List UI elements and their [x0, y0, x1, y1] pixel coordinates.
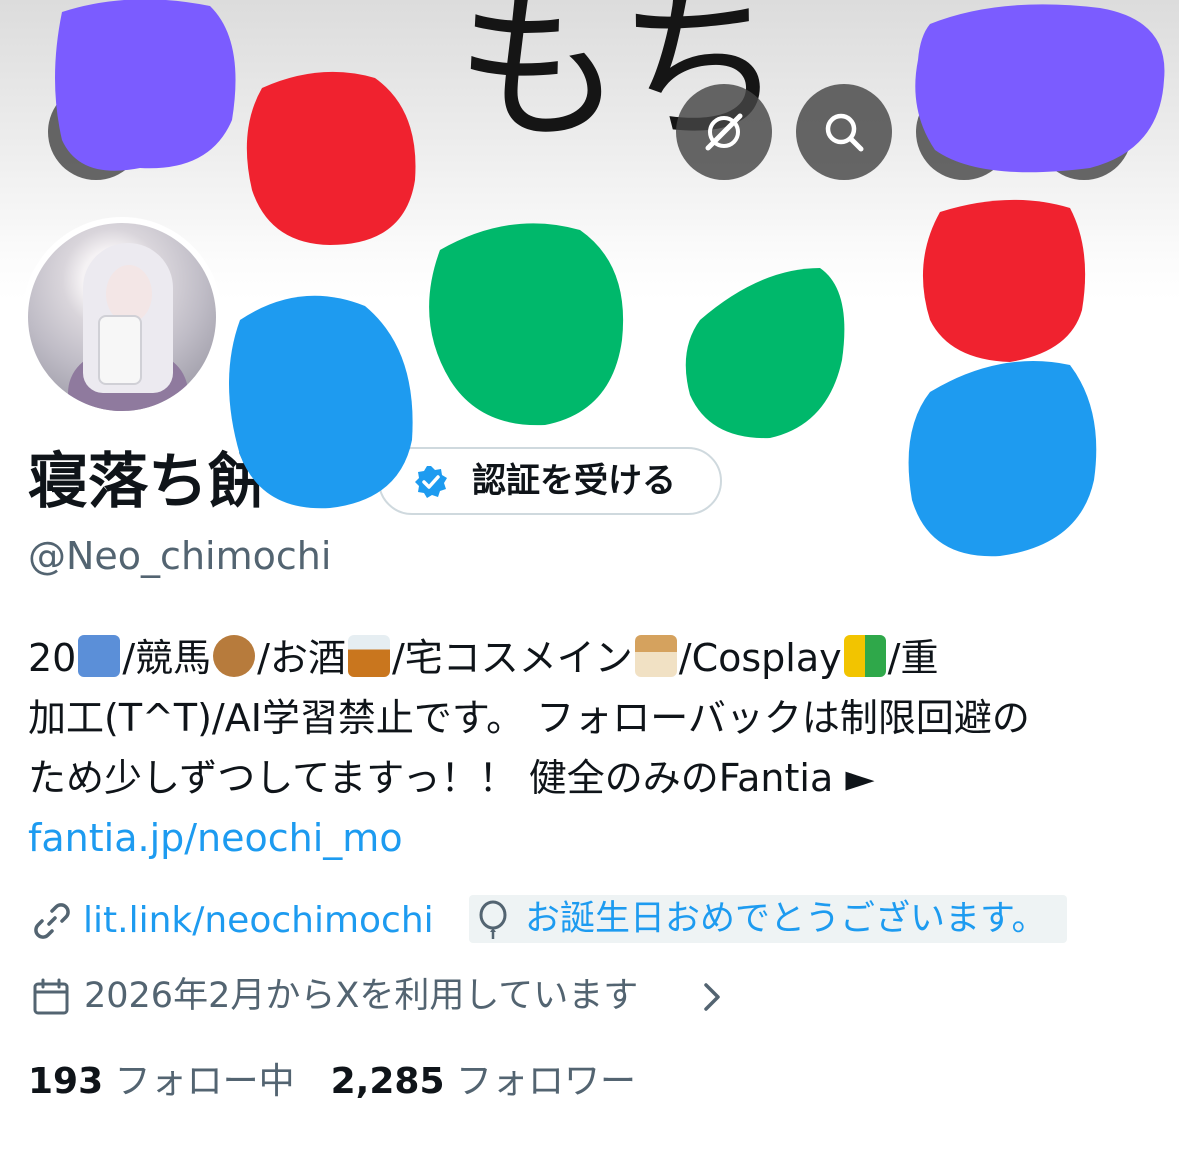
redaction-blob-red-right	[922, 199, 1086, 362]
redaction-blob-red-top	[246, 71, 416, 246]
redaction-blob-green-right	[685, 268, 845, 439]
redaction-blob-purple-left	[55, 0, 236, 171]
redaction-blob-blue-right	[908, 361, 1097, 557]
redaction-scribbles	[55, 0, 1165, 557]
redaction-blob-green-center	[429, 223, 624, 426]
redaction-blob-blue-left	[229, 295, 413, 509]
redaction-blob-purple-right	[915, 4, 1165, 173]
